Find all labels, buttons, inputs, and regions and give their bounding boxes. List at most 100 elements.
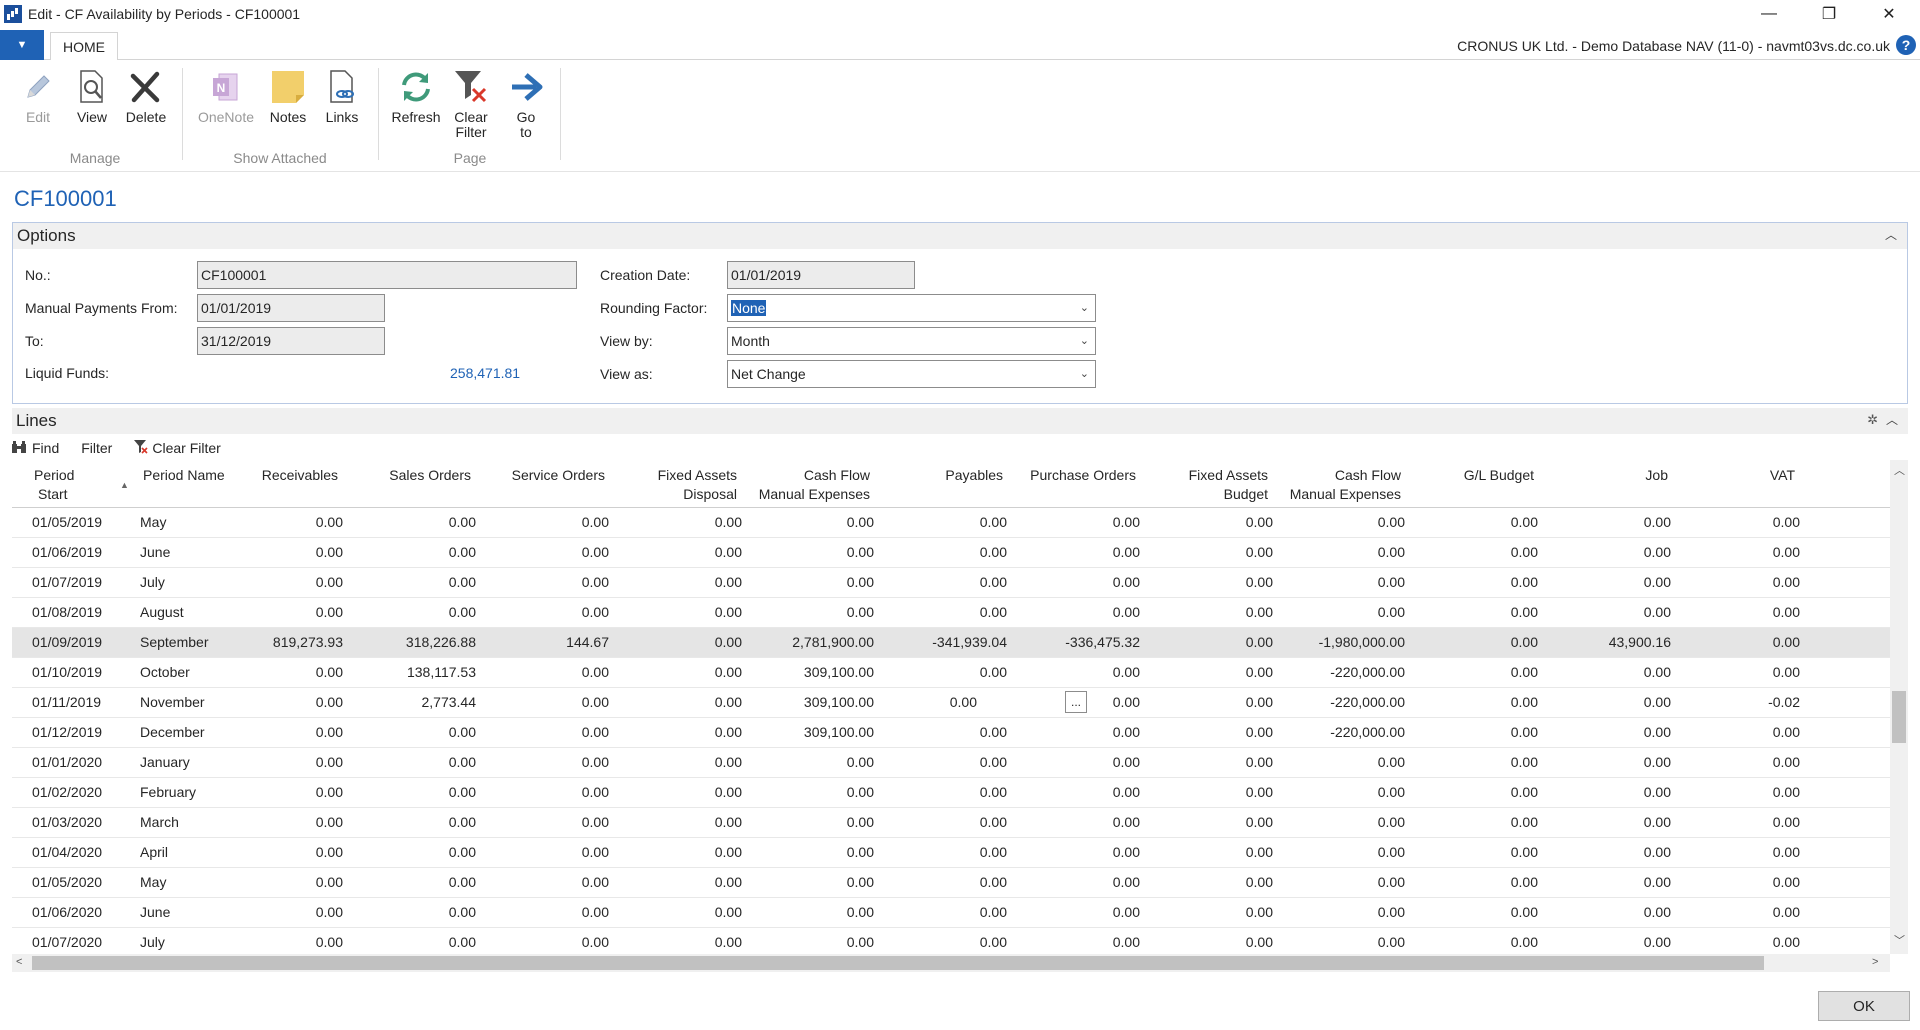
table-row[interactable]: 01/06/2020 June 0.00 0.00 0.00 0.00 0.00 0.00 0.… (12, 898, 1890, 928)
table-row[interactable]: 01/09/2019 September 819,273.93 318,226.88 1… (12, 628, 1890, 658)
cell-period-start: 01/07/2019 (32, 574, 103, 590)
cell-payables: -341,939.04 (932, 634, 1007, 650)
cell-fixed-assets-disposal: 0.00 (714, 544, 742, 560)
cell-fixed-assets-disposal: 0.00 (714, 784, 742, 800)
column-header-cash-flow-manual-expenses[interactable]: Cash Flow Manual Expenses (740, 466, 870, 504)
cell-vat: 0.00 (1772, 514, 1800, 530)
table-row[interactable]: 01/07/2020 July 0.00 0.00 0.00 0.00 0.00 0.00 0.… (12, 928, 1890, 954)
help-icon[interactable]: ? (1896, 35, 1916, 55)
lines-clear-filter-button[interactable]: Clear Filter (134, 439, 221, 457)
cell-service-orders: 0.00 (581, 874, 609, 890)
column-header-fixed-assets-budget[interactable]: Fixed Assets Budget (1138, 466, 1268, 504)
cell-receivables: 0.00 (315, 874, 343, 890)
horizontal-scroll-thumb[interactable] (32, 956, 1764, 970)
scroll-up-icon[interactable]: ︿ (1894, 462, 1905, 478)
cell-period-start: 01/08/2019 (32, 604, 103, 620)
no-field[interactable]: CF100001 (197, 261, 577, 289)
cell-receivables: 0.00 (315, 784, 343, 800)
table-row[interactable]: 01/05/2019 May 0.00 0.00 0.00 0.00 0.00 0.00 0.0… (12, 508, 1890, 538)
restore-button[interactable]: ❐ (1806, 0, 1852, 28)
table-row[interactable]: 01/06/2019 June 0.00 0.00 0.00 0.00 0.00 0.00 0.… (12, 538, 1890, 568)
column-header-fixed-assets-disposal[interactable]: Fixed Assets Disposal (607, 466, 737, 504)
table-row[interactable]: 01/04/2020 April 0.00 0.00 0.00 0.00 0.00 0.00 0… (12, 838, 1890, 868)
cell-vat: 0.00 (1772, 634, 1800, 650)
view-button[interactable]: View (74, 68, 110, 125)
ok-button[interactable]: OK (1818, 991, 1910, 1021)
edit-button[interactable]: Edit (20, 68, 56, 125)
rounding-factor-select[interactable]: None ⌄ (727, 294, 1096, 322)
cell-period-start: 01/09/2019 (32, 634, 103, 650)
cell-purchase-orders: 0.00 (1112, 694, 1140, 710)
delete-button[interactable]: Delete (124, 68, 168, 125)
minimize-button[interactable]: — (1746, 0, 1792, 28)
table-row[interactable]: 01/08/2019 August 0.00 0.00 0.00 0.00 0.00 0.00… (12, 598, 1890, 628)
table-row[interactable]: 01/05/2020 May 0.00 0.00 0.00 0.00 0.00 0.00 0.0… (12, 868, 1890, 898)
cell-service-orders: 0.00 (581, 604, 609, 620)
refresh-button[interactable]: Refresh (390, 68, 442, 125)
clear-filter-button[interactable]: Clear Filter (450, 68, 492, 140)
cell-fixed-assets-budget: 0.00 (1245, 574, 1273, 590)
cell-vat: 0.00 (1772, 544, 1800, 560)
column-header-cash-flow-manual-expenses-2[interactable]: Cash Flow Manual Expenses (1271, 466, 1401, 504)
go-to-button[interactable]: Go to (508, 68, 544, 140)
column-header-vat[interactable]: VAT (1665, 466, 1795, 485)
table-row[interactable]: 01/02/2020 February 0.00 0.00 0.00 0.00 0.00 0.… (12, 778, 1890, 808)
tab-home[interactable]: HOME (50, 32, 118, 61)
vertical-scrollbar[interactable]: ︿ ﹀ (1890, 460, 1908, 954)
table-row[interactable]: 01/03/2020 March 0.00 0.00 0.00 0.00 0.00 0.00 0… (12, 808, 1890, 838)
delete-label: Delete (125, 109, 167, 125)
cell-vat: 0.00 (1772, 604, 1800, 620)
horizontal-scrollbar[interactable]: < > (12, 954, 1890, 972)
notes-button[interactable]: Notes (268, 68, 308, 125)
scroll-down-icon[interactable]: ﹀ (1894, 932, 1905, 948)
column-header-gl-budget[interactable]: G/L Budget (1404, 466, 1534, 485)
filter-button[interactable]: Filter (81, 440, 112, 456)
cell-period-start: 01/07/2020 (32, 934, 103, 950)
column-header-receivables[interactable]: Receivables (208, 466, 338, 485)
chevron-down-icon: ⌄ (1079, 302, 1089, 314)
table-row[interactable]: 01/07/2019 July 0.00 0.00 0.00 0.00 0.00 0.00 0.… (12, 568, 1890, 598)
cell-receivables: 819,273.93 (272, 634, 343, 650)
cell-cash-flow-manual-expenses-2: 0.00 (1377, 874, 1405, 890)
close-button[interactable]: ✕ (1866, 0, 1912, 28)
scroll-left-icon[interactable]: < (16, 956, 22, 968)
column-header-service-orders[interactable]: Service Orders (475, 466, 605, 485)
view-as-select[interactable]: Net Change ⌄ (727, 360, 1096, 388)
table-row[interactable]: 01/11/2019 November 0.00 2,773.44 0.00 0.00 30… (12, 688, 1890, 718)
lines-header[interactable]: Lines ✲ ︿ (12, 408, 1908, 434)
find-button[interactable]: Find (12, 440, 59, 456)
manual-payments-from-field[interactable]: 01/01/2019 (197, 294, 385, 322)
cell-fixed-assets-budget: 0.00 (1245, 724, 1273, 740)
file-menu-button[interactable]: ▼ (0, 30, 44, 60)
column-header-period-start[interactable]: Period Start (34, 466, 74, 504)
liquid-funds-value[interactable]: 258,471.81 (450, 365, 520, 381)
table-row[interactable]: 01/12/2019 December 0.00 0.00 0.00 0.00 309,10… (12, 718, 1890, 748)
vertical-scroll-thumb[interactable] (1892, 691, 1906, 743)
cell-gl-budget: 0.00 (1510, 604, 1538, 620)
column-header-job[interactable]: Job (1538, 466, 1668, 485)
cell-receivables: 0.00 (315, 604, 343, 620)
column-header-payables[interactable]: Payables (873, 466, 1003, 485)
onenote-button[interactable]: N OneNote (194, 68, 258, 125)
settings-icon[interactable]: ✲ (1867, 412, 1878, 428)
creation-date-field[interactable]: 01/01/2019 (727, 261, 915, 289)
svg-text:N: N (217, 81, 226, 95)
collapse-icon[interactable]: ︿ (1885, 226, 1897, 243)
view-by-select[interactable]: Month ⌄ (727, 327, 1096, 355)
to-field[interactable]: 31/12/2019 (197, 327, 385, 355)
options-header[interactable]: Options ︿ (13, 223, 1907, 249)
delete-x-icon (128, 68, 164, 106)
lookup-ellipsis-button[interactable]: ... (1065, 691, 1087, 713)
links-button[interactable]: Links (324, 68, 360, 125)
cell-fixed-assets-budget: 0.00 (1245, 514, 1273, 530)
cell-gl-budget: 0.00 (1510, 844, 1538, 860)
collapse-icon[interactable]: ︿ (1886, 411, 1898, 428)
cell-vat: 0.00 (1772, 874, 1800, 890)
table-row[interactable]: 01/01/2020 January 0.00 0.00 0.00 0.00 0.00 0.0… (12, 748, 1890, 778)
table-row[interactable]: 01/10/2019 October 0.00 138,117.53 0.00 0.00 3… (12, 658, 1890, 688)
ribbon-separator (560, 68, 561, 160)
scroll-right-icon[interactable]: > (1872, 956, 1878, 968)
column-header-purchase-orders[interactable]: Purchase Orders (1006, 466, 1136, 485)
column-header-sales-orders[interactable]: Sales Orders (341, 466, 471, 485)
column-header-line2: Manual Expenses (758, 486, 870, 502)
